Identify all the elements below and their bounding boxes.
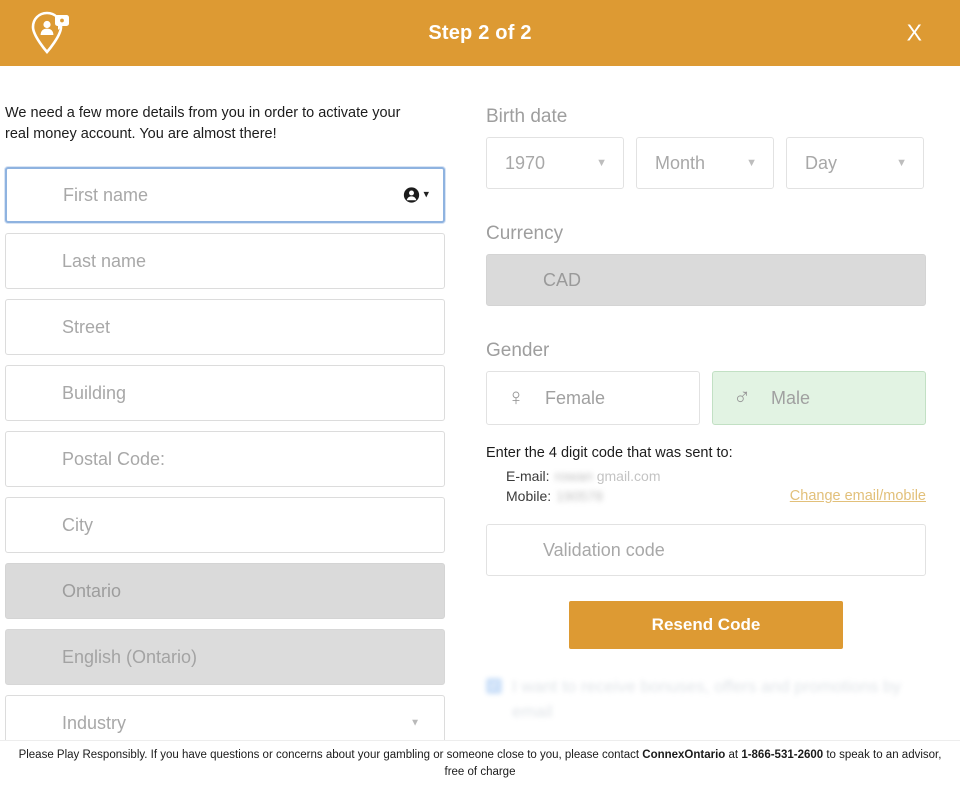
promo-consent-label: I want to receive bonuses, offers and pr… (512, 677, 902, 721)
left-column: We need a few more details from you in o… (5, 66, 445, 741)
chevron-down-icon: ▼ (410, 717, 420, 729)
currency-field: CAD (486, 254, 926, 306)
industry-select[interactable]: Industry ▼ (5, 695, 445, 741)
currency-value: CAD (543, 269, 582, 290)
birth-month-value: Month (655, 152, 706, 173)
footer-phone: 1-866-531-2600 (741, 749, 824, 762)
industry-placeholder: Industry (62, 712, 127, 733)
birth-date-row: 1970 ▼ Month ▼ Day ▼ (486, 137, 926, 189)
email-label: E-mail: (506, 468, 550, 484)
first-name-input[interactable]: First name ▾ (5, 167, 445, 224)
birth-year-select[interactable]: 1970 ▼ (486, 137, 624, 189)
city-input[interactable]: City (5, 497, 445, 554)
gender-female-label: Female (545, 387, 606, 408)
last-name-input[interactable]: Last name (5, 233, 445, 290)
code-instruction: Enter the 4 digit code that was sent to: (486, 445, 733, 461)
chevron-down-icon: ▼ (746, 157, 757, 169)
close-button[interactable]: X (907, 21, 922, 45)
form-content: We need a few more details from you in o… (0, 66, 960, 741)
gender-option-male[interactable]: ♂ Male (712, 371, 926, 425)
responsible-gaming-footer: Please Play Responsibly. If you have que… (0, 740, 960, 787)
currency-label: Currency (486, 223, 564, 244)
chevron-down-icon: ▼ (896, 157, 907, 169)
birth-year-value: 1970 (505, 152, 546, 173)
footer-text-before: Please Play Responsibly. If you have que… (18, 749, 643, 762)
right-column: Birth date 1970 ▼ Month ▼ Day ▼ Currency… (486, 66, 926, 724)
province-input: Ontario (5, 563, 445, 620)
province-value: Ontario (62, 580, 122, 601)
mars-icon: ♂ (733, 384, 751, 411)
person-circle-icon (404, 187, 420, 203)
gender-male-label: Male (771, 387, 811, 408)
mobile-line: Mobile: 190578 Change email/mobile (486, 488, 926, 504)
chevron-down-icon: ▼ (596, 157, 607, 169)
footer-org: ConnexOntario (642, 749, 726, 762)
birth-day-value: Day (805, 152, 838, 173)
city-placeholder: City (62, 514, 93, 535)
email-value-redacted: rowan (554, 468, 593, 484)
postal-code-placeholder: Postal Code: (62, 448, 166, 469)
street-input[interactable]: Street (5, 299, 445, 356)
chevron-down-icon: ▾ (423, 188, 429, 201)
footer-text: Please Play Responsibly. If you have que… (15, 747, 945, 780)
postal-code-input[interactable]: Postal Code: (5, 431, 445, 488)
validation-code-input[interactable]: Validation code (486, 524, 926, 576)
gender-option-female[interactable]: ♀ Female (486, 371, 700, 425)
change-email-mobile-link[interactable]: Change email/mobile (790, 488, 926, 504)
language-input: English (Ontario) (5, 629, 445, 686)
language-value: English (Ontario) (62, 646, 198, 667)
birth-date-label: Birth date (486, 106, 568, 127)
promo-consent-row[interactable]: ✓ I want to receive bonuses, offers and … (486, 675, 926, 724)
street-placeholder: Street (62, 316, 111, 337)
first-name-placeholder: First name (63, 184, 149, 205)
mobile-value-redacted: 190578 (556, 488, 603, 504)
email-value-domain: gmail.com (596, 468, 661, 484)
autofill-person-icon[interactable]: ▾ (403, 187, 429, 204)
email-line: E-mail: rowan gmail.com (486, 468, 926, 484)
footer-text-mid: at (725, 749, 742, 762)
validation-code-placeholder: Validation code (543, 539, 665, 560)
gender-label: Gender (486, 340, 550, 361)
last-name-placeholder: Last name (62, 250, 147, 271)
birth-day-select[interactable]: Day ▼ (786, 137, 924, 189)
modal-header: Step 2 of 2 X (0, 0, 960, 66)
resend-code-button[interactable]: Resend Code (569, 601, 843, 649)
mobile-label: Mobile: (506, 488, 552, 504)
building-input[interactable]: Building (5, 365, 445, 422)
promo-checkbox[interactable]: ✓ (486, 678, 502, 694)
gender-row: ♀ Female ♂ Male (486, 371, 926, 425)
page-title: Step 2 of 2 (428, 21, 532, 44)
birth-month-select[interactable]: Month ▼ (636, 137, 774, 189)
building-placeholder: Building (62, 382, 127, 403)
venus-icon: ♀ (507, 384, 525, 411)
intro-text: We need a few more details from you in o… (5, 105, 401, 143)
